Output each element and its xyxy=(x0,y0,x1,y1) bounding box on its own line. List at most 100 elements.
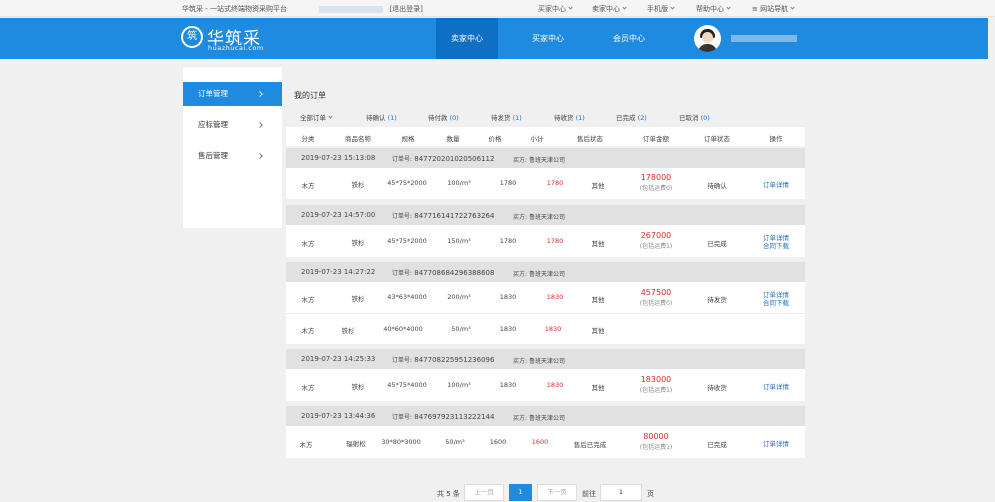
item-spec: 43*63*4000 xyxy=(387,293,427,301)
order-number: 847716141722763264 xyxy=(414,212,495,220)
item-price: 1830 xyxy=(499,381,517,389)
after-sale-status: 其他 xyxy=(591,296,605,304)
item-qty: 100/m³ xyxy=(447,179,471,187)
item-name: 铁杉 xyxy=(351,295,365,303)
item-name: 铁杉 xyxy=(341,327,355,335)
column-header: 商品名称 xyxy=(345,135,371,143)
item-spec: 45*75*2000 xyxy=(387,237,427,245)
order-detail-link[interactable]: 订单详情 xyxy=(752,381,800,391)
item-price: 1830 xyxy=(499,293,517,301)
column-header: 分类 xyxy=(301,135,315,143)
tab-completed[interactable]: 已完成 (2) xyxy=(616,112,647,122)
item-spec: 40*60*4000 xyxy=(383,325,423,333)
chevron-right-icon xyxy=(257,122,263,128)
order-date: 2019-07-23 15:13:08 xyxy=(301,154,376,162)
item-qty: 200/m³ xyxy=(447,293,471,301)
column-header: 操作 xyxy=(769,135,783,143)
page-unit-label: 页 xyxy=(647,490,654,498)
after-sale-status: 售后已完成 xyxy=(573,441,607,449)
contract-download-link[interactable]: 合同下载 xyxy=(752,297,800,307)
top-menu-buyer-center[interactable]: 买家中心 xyxy=(538,4,573,14)
table-row: 木方 铁杉 45*75*2000 100/m³ 1780 1780 其他 178… xyxy=(286,168,805,199)
page-number-button[interactable]: 1 xyxy=(509,484,532,501)
item-subtotal: 1830 xyxy=(546,293,564,301)
item-category: 木方 xyxy=(301,182,315,190)
logo-domain: huazhucai.com xyxy=(208,44,264,52)
logo-mark-icon: 筑 xyxy=(181,26,203,48)
order-amount: 183000 (包括运费1) xyxy=(639,375,673,394)
order-number: 847697923113222144 xyxy=(414,413,495,421)
tab-pending-shipment[interactable]: 待发货 (1) xyxy=(491,112,522,122)
order-date: 2019-07-23 14:57:00 xyxy=(301,211,376,219)
item-subtotal: 1780 xyxy=(546,237,564,245)
after-sale-status: 其他 xyxy=(591,384,605,392)
after-sale-status: 其他 xyxy=(591,240,605,248)
chevron-down-icon xyxy=(726,5,731,10)
item-qty: 150/m³ xyxy=(447,237,471,245)
tab-all-orders[interactable]: 全部订单 xyxy=(300,112,333,122)
column-header: 订单状态 xyxy=(704,135,730,143)
order-number: 847708225951236096 xyxy=(414,356,495,364)
top-menu-help-center[interactable]: 帮助中心 xyxy=(696,4,731,14)
column-header: 小计 xyxy=(530,135,544,143)
order-header: 2019-07-23 15:13:08 订单号: 847720201020506… xyxy=(286,148,805,168)
item-spec: 45*75*4000 xyxy=(387,381,427,389)
sidebar-item-order-management[interactable]: 订单管理 xyxy=(183,82,282,106)
item-category: 木方 xyxy=(299,441,313,449)
item-name: 铁杉 xyxy=(351,383,365,391)
after-sale-status: 其他 xyxy=(591,327,605,335)
order-status: 已完成 xyxy=(707,441,727,449)
contract-download-link[interactable]: 合同下载 xyxy=(752,240,800,250)
item-category: 木方 xyxy=(301,384,315,392)
site-title: 华筑采 - 一站式终端物资采购平台 xyxy=(182,5,287,13)
account-name-redacted xyxy=(319,5,384,13)
order-block: 2019-07-23 14:27:22 订单号: 847708684296388… xyxy=(286,262,805,344)
logout-link[interactable]: [退出登录] xyxy=(389,5,422,13)
buyer-name: 鲁班天津公司 xyxy=(528,271,565,278)
top-menu-seller-center[interactable]: 卖家中心 xyxy=(592,4,627,14)
table-row: 木方 辐射松 30*80*3000 50/m³ 1600 1600 售后已完成 … xyxy=(286,426,805,458)
goto-label: 前往 xyxy=(582,490,596,498)
goto-page-input[interactable]: 1 xyxy=(600,484,642,501)
tab-pending-confirm[interactable]: 待确认 (1) xyxy=(366,112,397,122)
buyer-name: 鲁班天津公司 xyxy=(528,157,565,164)
order-amount: 178000 (包括运费0) xyxy=(639,173,673,192)
column-header: 售后状态 xyxy=(577,135,603,143)
table-row: 木方 铁杉 43*63*4000 200/m³ 1830 1830 其他 457… xyxy=(286,282,805,313)
order-header: 2019-07-23 13:44:36 订单号: 847697923113222… xyxy=(286,406,805,426)
order-header: 2019-07-23 14:27:22 订单号: 847708684296388… xyxy=(286,262,805,282)
site-logo[interactable]: 筑 华筑采 huazhucai.com xyxy=(181,24,273,54)
column-header: 数量 xyxy=(446,135,460,143)
site-title-area: 华筑采 - 一站式终端物资采购平台 [退出登录] xyxy=(182,4,423,14)
tab-pending-receipt[interactable]: 待收货 (1) xyxy=(554,112,585,122)
item-price: 1780 xyxy=(499,179,517,187)
order-detail-link[interactable]: 订单详情 xyxy=(752,438,800,448)
nav-tab-seller-center[interactable]: 卖家中心 xyxy=(436,18,498,59)
scrollbar[interactable] xyxy=(988,18,995,502)
pagination: 共 5 条 上一页 1 下一页 前往 1 页 xyxy=(286,481,805,502)
table-row: 木方 铁杉 45*75*4000 100/m³ 1830 1830 其他 183… xyxy=(286,369,805,401)
nav-tab-buyer-center[interactable]: 买家中心 xyxy=(517,18,579,59)
item-name: 铁杉 xyxy=(351,181,365,189)
item-qty: 100/m³ xyxy=(447,381,471,389)
prev-page-button[interactable]: 上一页 xyxy=(464,484,504,501)
item-subtotal: 1830 xyxy=(544,325,562,333)
sidebar-item-bid-management[interactable]: 应标管理 xyxy=(183,113,282,137)
tab-pending-payment[interactable]: 待付款 (0) xyxy=(428,112,459,122)
tab-cancelled[interactable]: 已取消 (0) xyxy=(679,112,710,122)
top-menu-site-nav[interactable]: ≡ 网站导航 xyxy=(752,4,795,14)
order-status: 待收货 xyxy=(707,384,727,392)
sidebar-item-after-sales[interactable]: 售后管理 xyxy=(183,144,282,168)
order-status-tabs: 全部订单 待确认 (1) 待付款 (0) 待发货 (1) 待收货 (1) 已完成… xyxy=(286,112,805,122)
chevron-down-icon xyxy=(622,5,627,10)
order-detail-link[interactable]: 订单详情 xyxy=(752,179,800,189)
order-date: 2019-07-23 14:25:33 xyxy=(301,355,376,363)
item-category: 木方 xyxy=(301,296,315,304)
next-page-button[interactable]: 下一页 xyxy=(537,484,577,501)
chevron-down-icon xyxy=(328,114,333,119)
page-title: 我的订单 xyxy=(294,91,326,100)
order-amount: 457500 (包括运费0) xyxy=(639,288,673,307)
top-menu-mobile[interactable]: 手机版 xyxy=(647,4,675,14)
nav-tab-member-center[interactable]: 会员中心 xyxy=(598,18,660,59)
avatar[interactable] xyxy=(694,25,721,52)
